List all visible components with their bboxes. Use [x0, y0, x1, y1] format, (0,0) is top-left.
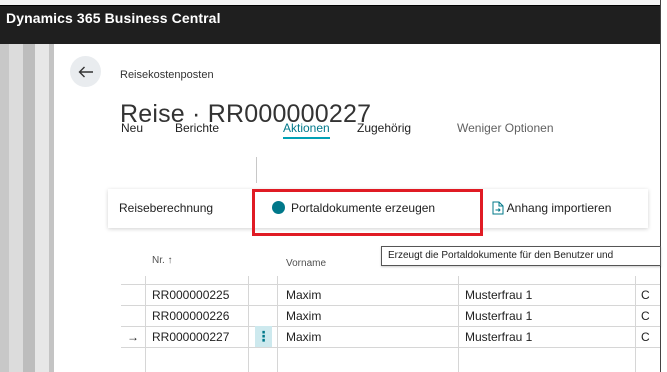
portal-icon [272, 201, 285, 214]
cell-firstname: Maxim [286, 330, 322, 344]
column-divider [277, 276, 278, 372]
page-title: Reise · RR000000227 [120, 100, 372, 128]
column-divider [635, 276, 636, 372]
current-row-arrow-icon: → [127, 330, 139, 344]
table-row [121, 347, 660, 349]
column-divider [458, 276, 459, 372]
tab-related[interactable]: Zugehörig [357, 121, 411, 135]
background-panel [23, 44, 35, 372]
action-separator [256, 157, 257, 183]
cell-nr[interactable]: RR000000227 [152, 330, 229, 344]
import-document-icon [492, 201, 504, 215]
cell-lastname: Musterfrau 1 [465, 330, 533, 344]
travel-calculation-button[interactable]: Reiseberechnung [119, 201, 213, 215]
background-panel [9, 44, 23, 372]
promoted-actions-bar: Reiseberechnung Portaldokumente erzeugen… [108, 189, 648, 228]
new-button[interactable]: Neu [121, 121, 143, 135]
import-attachment-button[interactable]: Anhang importieren [492, 201, 611, 215]
cell-firstname: Maxim [286, 309, 322, 323]
cell-firstname: Maxim [286, 288, 322, 302]
create-portal-documents-label: Portaldokumente erzeugen [291, 201, 436, 215]
import-attachment-label: Anhang importieren [506, 201, 612, 215]
column-header-nr[interactable]: Nr. ↑ [152, 255, 173, 266]
reports-button[interactable]: Berichte [175, 121, 219, 135]
back-arrow-icon [78, 66, 93, 77]
cell-lastname: Musterfrau 1 [465, 288, 533, 302]
app-title-bar: Dynamics 365 Business Central [0, 5, 660, 44]
fewer-options-button[interactable]: Weniger Optionen [457, 121, 554, 135]
cell-nr[interactable]: RR000000226 [152, 309, 229, 323]
column-divider [248, 276, 249, 372]
table-row[interactable]: RR000000226 Maxim Musterfrau 1 C [121, 305, 660, 326]
cell-next: C [641, 330, 650, 344]
cell-next: C [641, 288, 650, 302]
background-panel [0, 44, 9, 372]
window-right-border [660, 0, 667, 372]
column-divider [145, 276, 146, 372]
create-portal-documents-button[interactable]: Portaldokumente erzeugen [272, 201, 435, 215]
row-context-menu-button[interactable]: ⋮ [255, 326, 272, 347]
column-header-firstname[interactable]: Vorname [286, 258, 326, 269]
background-panel [35, 44, 49, 372]
tooltip: Erzeugt die Portaldokumente für den Benu… [381, 246, 661, 266]
tab-actions[interactable]: Aktionen [283, 121, 330, 139]
table-row[interactable]: RR000000225 Maxim Musterfrau 1 C [121, 284, 660, 305]
cell-lastname: Musterfrau 1 [465, 309, 533, 323]
app-title: Dynamics 365 Business Central [6, 10, 221, 26]
breadcrumb[interactable]: Reisekostenposten [120, 69, 214, 81]
cell-nr[interactable]: RR000000225 [152, 288, 229, 302]
table-row-selected[interactable]: RR000000227 Maxim Musterfrau 1 C [121, 326, 660, 347]
back-button[interactable] [70, 56, 101, 87]
cell-next: C [641, 309, 650, 323]
